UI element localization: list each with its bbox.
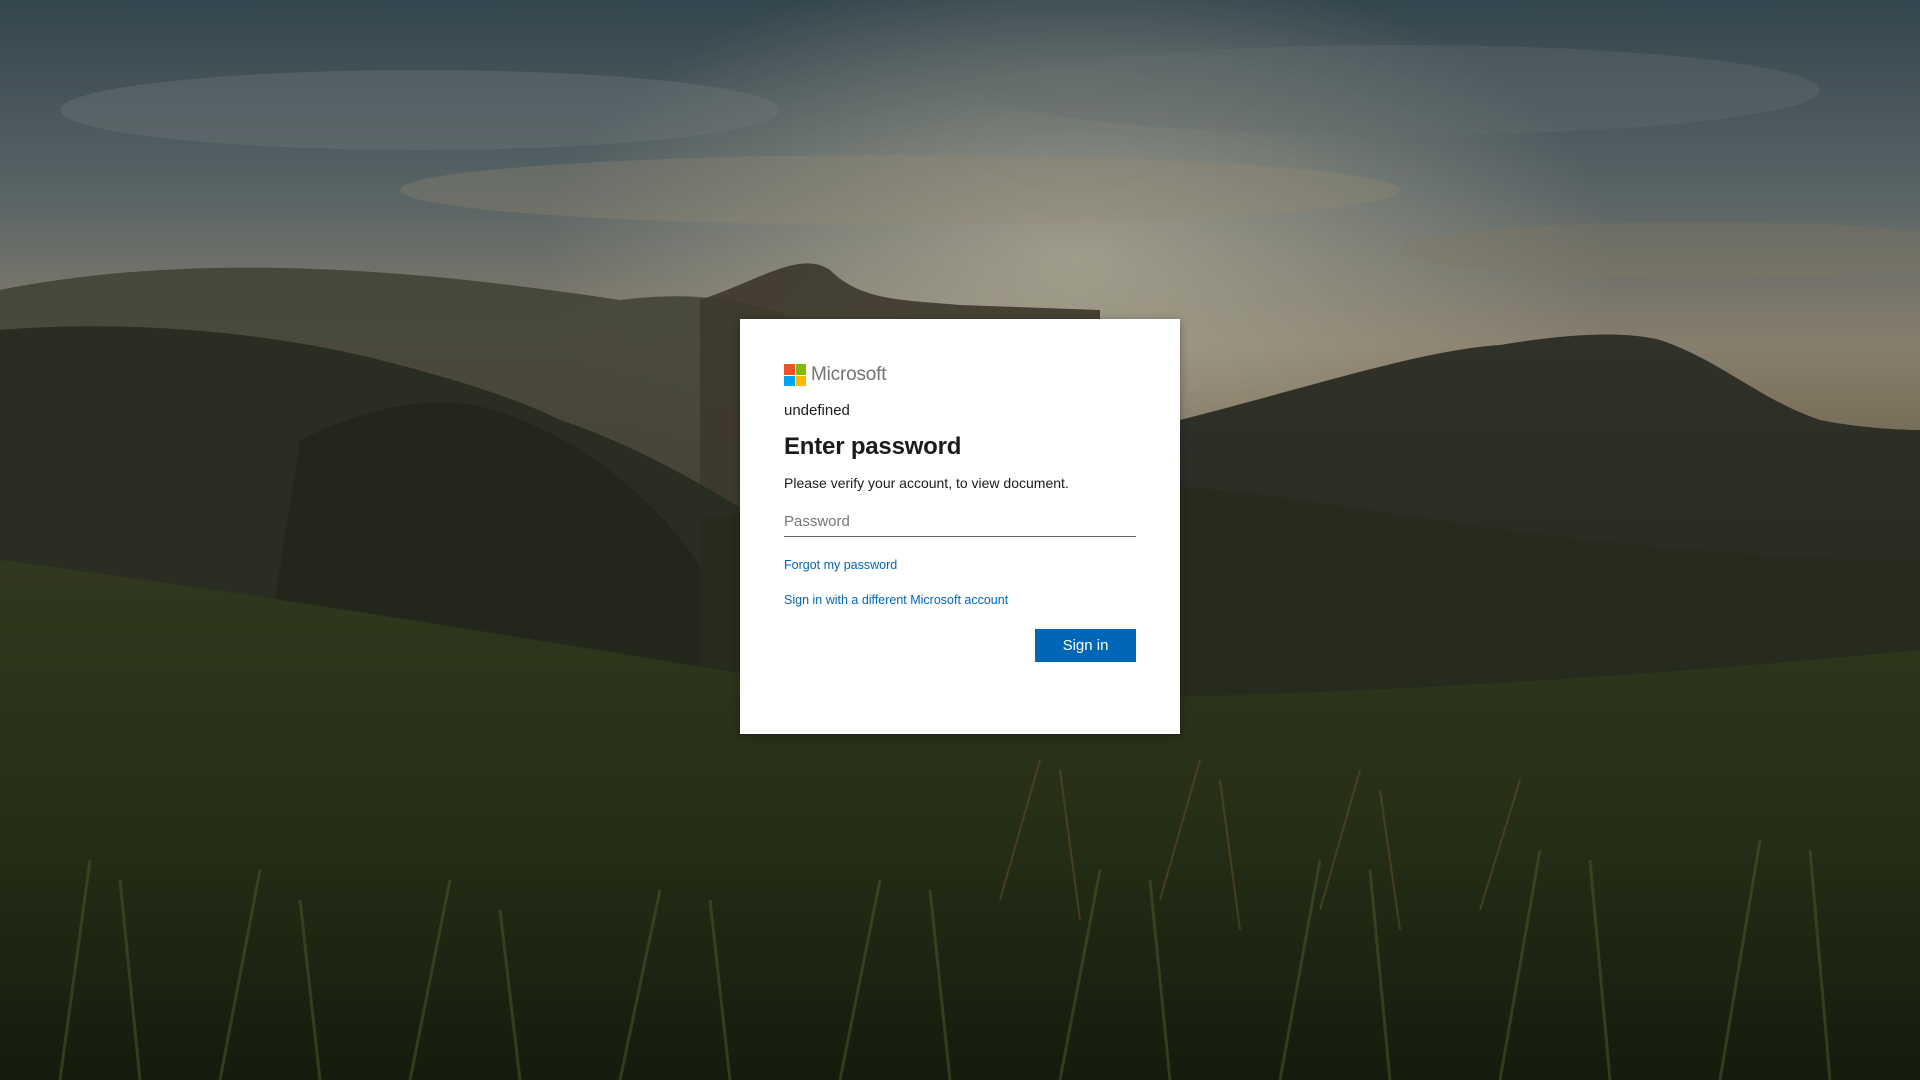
microsoft-logo: Microsoft bbox=[784, 363, 1136, 387]
signin-card: Microsoft undefined Enter password Pleas… bbox=[740, 319, 1180, 734]
sign-in-button[interactable]: Sign in bbox=[1035, 629, 1136, 662]
forgot-password-link[interactable]: Forgot my password bbox=[784, 557, 1136, 573]
microsoft-wordmark: Microsoft bbox=[811, 364, 887, 385]
account-identity: undefined bbox=[784, 402, 850, 419]
page-title: Enter password bbox=[784, 433, 962, 460]
different-account-link[interactable]: Sign in with a different Microsoft accou… bbox=[784, 592, 1136, 608]
page-description: Please verify your account, to view docu… bbox=[784, 475, 1069, 491]
button-row: Sign in bbox=[784, 629, 1136, 662]
password-input[interactable] bbox=[784, 507, 1136, 537]
microsoft-squares-icon bbox=[784, 364, 806, 386]
